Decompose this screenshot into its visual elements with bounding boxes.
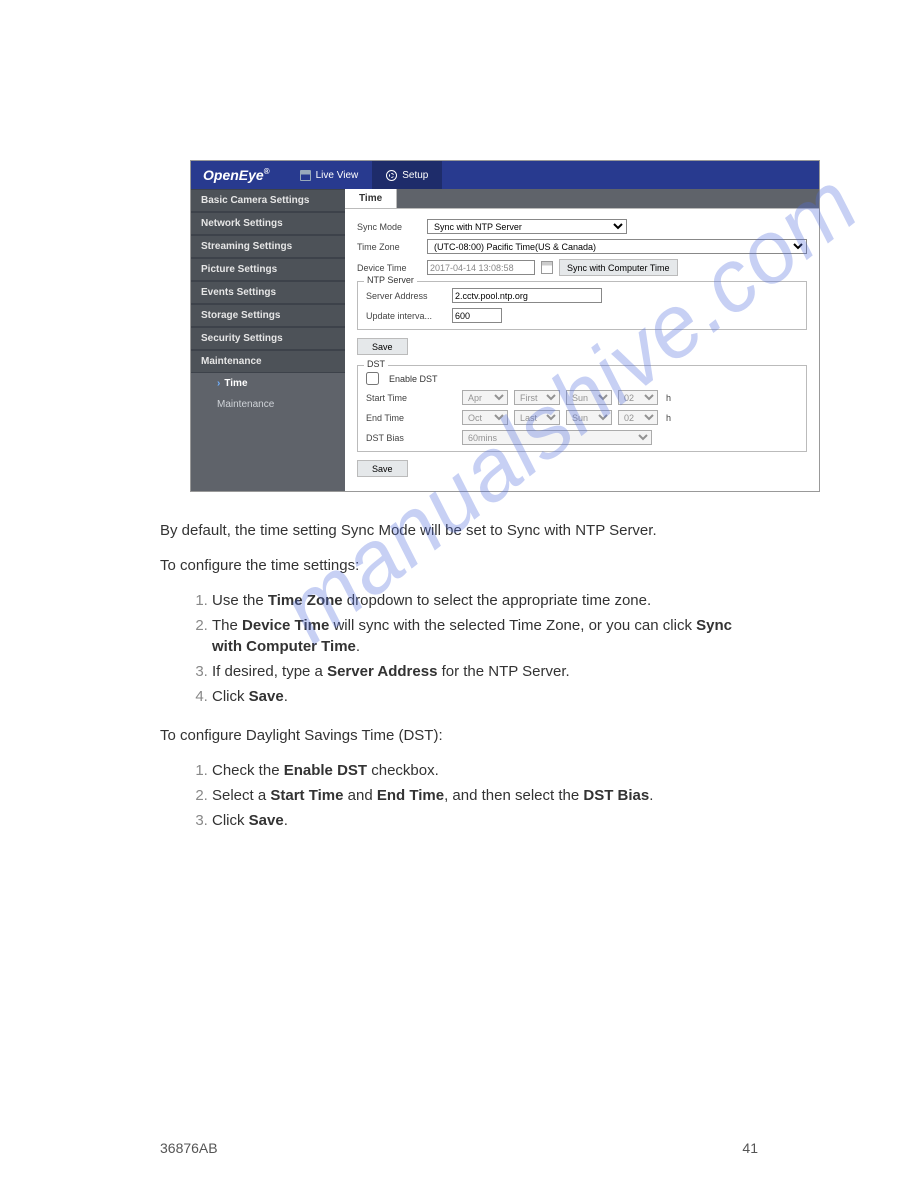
body-text: By default, the time setting Sync Mode w… bbox=[160, 520, 758, 831]
sidebar-subitem-time[interactable]: ›Time bbox=[191, 373, 345, 394]
select-end-week[interactable]: Last bbox=[514, 410, 560, 425]
sidebar-item-maintenance[interactable]: Maintenance bbox=[191, 350, 345, 373]
select-end-day[interactable]: Sun bbox=[566, 410, 612, 425]
ntp-fieldset: NTP Server Server Address Update interva… bbox=[357, 281, 807, 330]
ntp-legend: NTP Server bbox=[364, 275, 417, 285]
sidebar-item-security[interactable]: Security Settings bbox=[191, 327, 345, 350]
brand-logo: OpenEye® bbox=[191, 167, 286, 183]
step-3: If desired, type a Server Address for th… bbox=[212, 661, 758, 682]
select-start-week[interactable]: First bbox=[514, 390, 560, 405]
select-start-month[interactable]: Apr bbox=[462, 390, 508, 405]
label-device-time: Device Time bbox=[357, 263, 421, 273]
sidebar-item-streaming[interactable]: Streaming Settings bbox=[191, 235, 345, 258]
step-1: Use the Time Zone dropdown to select the… bbox=[212, 590, 758, 611]
calendar-icon[interactable] bbox=[541, 261, 553, 274]
label-enable-dst: Enable DST bbox=[389, 374, 438, 384]
select-time-zone[interactable]: (UTC-08:00) Pacific Time(US & Canada) bbox=[427, 239, 807, 254]
label-time-zone: Time Zone bbox=[357, 242, 421, 252]
select-dst-bias[interactable]: 60mins bbox=[462, 430, 652, 445]
step-4: Click Save. bbox=[212, 686, 758, 707]
label-end-time: End Time bbox=[366, 413, 456, 423]
label-sync-mode: Sync Mode bbox=[357, 222, 421, 232]
doc-id: 36876AB bbox=[160, 1140, 218, 1156]
steps-time: Use the Time Zone dropdown to select the… bbox=[160, 590, 758, 707]
sidebar-item-events[interactable]: Events Settings bbox=[191, 281, 345, 304]
sidebar-item-basic-camera[interactable]: Basic Camera Settings bbox=[191, 189, 345, 212]
save-button-1[interactable]: Save bbox=[357, 338, 408, 355]
screenshot-app: OpenEye® Live View Setup Basic Camera Se… bbox=[190, 160, 820, 492]
label-start-time: Start Time bbox=[366, 393, 456, 403]
end-h-suffix: h bbox=[666, 413, 671, 423]
dst-legend: DST bbox=[364, 359, 388, 369]
select-start-day[interactable]: Sun bbox=[566, 390, 612, 405]
step-6: Select a Start Time and End Time, and th… bbox=[212, 785, 758, 806]
sidebar-item-picture[interactable]: Picture Settings bbox=[191, 258, 345, 281]
sidebar-item-network[interactable]: Network Settings bbox=[191, 212, 345, 235]
top-bar: OpenEye® Live View Setup bbox=[191, 161, 819, 189]
label-update-interval: Update interva... bbox=[366, 311, 446, 321]
select-end-month[interactable]: Oct bbox=[462, 410, 508, 425]
dst-fieldset: DST Enable DST Start Time Apr First Sun … bbox=[357, 365, 807, 452]
select-sync-mode[interactable]: Sync with NTP Server bbox=[427, 219, 627, 234]
checkbox-enable-dst[interactable] bbox=[366, 372, 379, 385]
step-2: The Device Time will sync with the selec… bbox=[212, 615, 758, 657]
intro-p3: To configure Daylight Savings Time (DST)… bbox=[160, 725, 758, 746]
input-server-address[interactable] bbox=[452, 288, 602, 303]
input-device-time[interactable] bbox=[427, 260, 535, 275]
gear-icon bbox=[386, 170, 397, 181]
label-dst-bias: DST Bias bbox=[366, 433, 456, 443]
label-server-address: Server Address bbox=[366, 291, 446, 301]
select-end-hour[interactable]: 02 bbox=[618, 410, 658, 425]
input-update-interval[interactable] bbox=[452, 308, 502, 323]
tab-row: Time bbox=[345, 189, 819, 209]
start-h-suffix: h bbox=[666, 393, 671, 403]
sidebar-item-storage[interactable]: Storage Settings bbox=[191, 304, 345, 327]
step-7: Click Save. bbox=[212, 810, 758, 831]
page-footer: 36876AB 41 bbox=[160, 1140, 758, 1156]
settings-sidebar: Basic Camera Settings Network Settings S… bbox=[191, 189, 345, 491]
intro-p1: By default, the time setting Sync Mode w… bbox=[160, 520, 758, 541]
save-button-2[interactable]: Save bbox=[357, 460, 408, 477]
sync-computer-button[interactable]: Sync with Computer Time bbox=[559, 259, 678, 276]
tab-time[interactable]: Time bbox=[345, 189, 397, 208]
nav-setup[interactable]: Setup bbox=[372, 161, 442, 189]
select-start-hour[interactable]: 02 bbox=[618, 390, 658, 405]
step-5: Check the Enable DST checkbox. bbox=[212, 760, 758, 781]
steps-dst: Check the Enable DST checkbox. Select a … bbox=[160, 760, 758, 831]
sidebar-subitem-maintenance[interactable]: Maintenance bbox=[191, 394, 345, 415]
intro-p2: To configure the time settings: bbox=[160, 555, 758, 576]
monitor-icon bbox=[300, 170, 311, 181]
page-number: 41 bbox=[742, 1140, 758, 1156]
nav-live-view[interactable]: Live View bbox=[286, 161, 373, 189]
